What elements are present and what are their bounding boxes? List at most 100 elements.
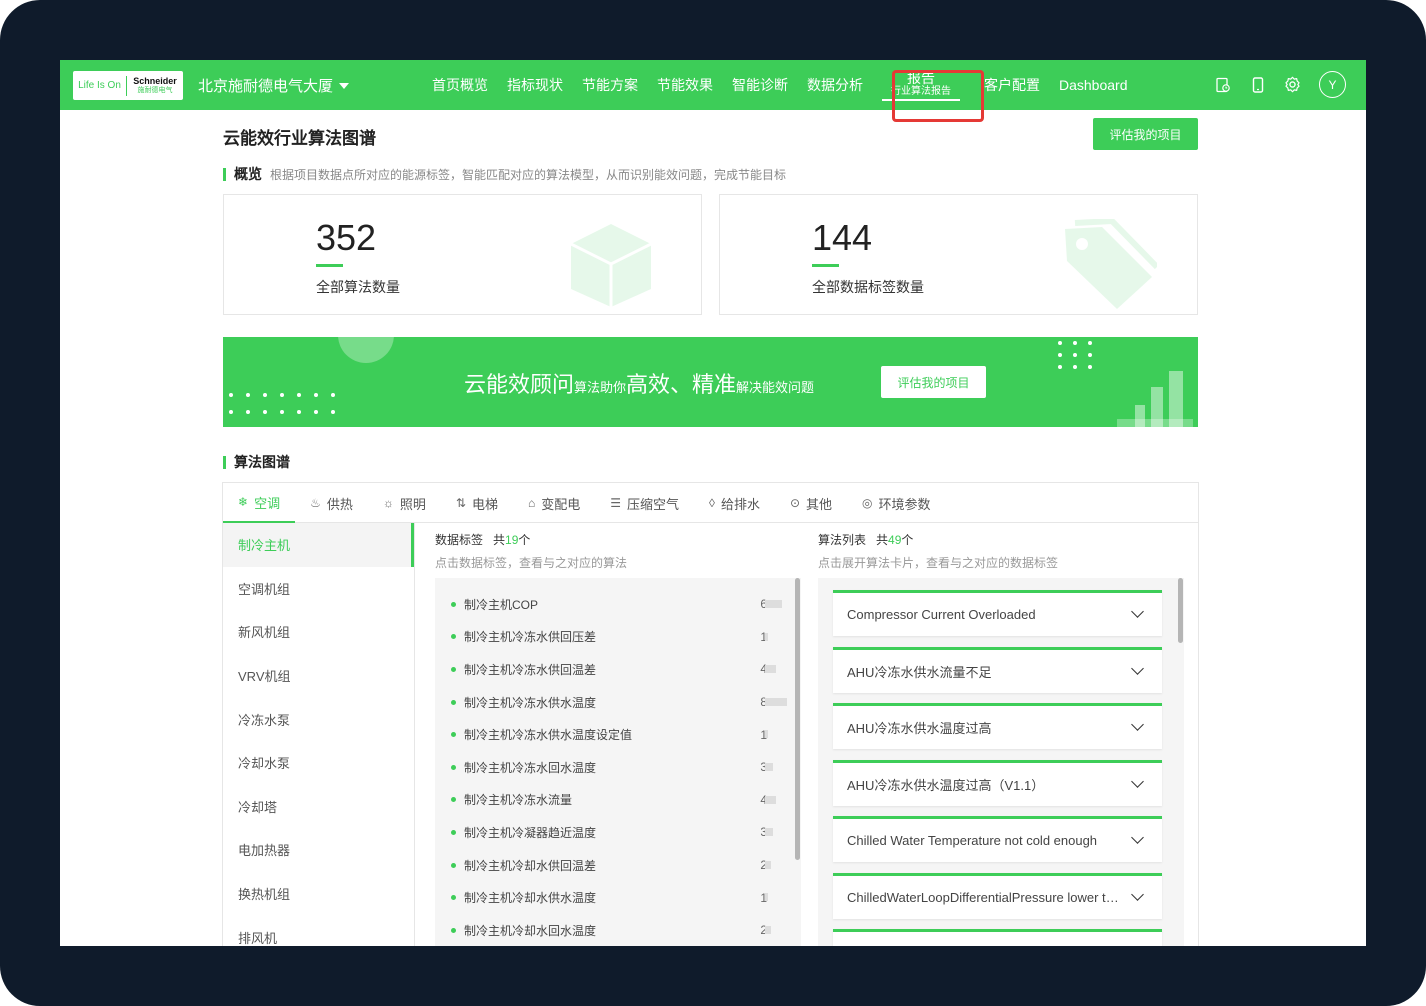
algorithm-card[interactable]: AHU冷冻水供水温度过高: [833, 703, 1162, 749]
sidebar-item-chiller[interactable]: 制冷主机: [223, 523, 414, 567]
tab-lighting[interactable]: ☼ 照明: [368, 483, 441, 523]
algorithm-list: Compressor Current Overloaded AHU冷冻水供水流量不…: [818, 578, 1184, 946]
stat-card-algorithms: 352 全部算法数量: [223, 194, 702, 315]
logo-brand-sub: 施耐德电气: [137, 86, 173, 94]
algos-description: 点击展开算法卡片，查看与之对应的数据标签: [818, 556, 1059, 570]
banner-dots-left: [229, 393, 335, 414]
data-tag-name: 制冷主机冷却水供水温度: [464, 891, 597, 906]
menu-report[interactable]: 报告 行业算法报告: [882, 70, 960, 101]
chevron-down-icon[interactable]: [1131, 887, 1144, 901]
sidebar-item-ahu[interactable]: 空调机组: [223, 567, 414, 611]
data-tag-item[interactable]: 制冷主机冷冻水供回温差 4: [435, 653, 801, 686]
tab-label: 变配电: [541, 496, 581, 512]
tab-elevator[interactable]: ⇅ 电梯: [441, 483, 513, 523]
data-tag-name: 制冷主机冷冻水流量: [464, 793, 573, 808]
tab-air-conditioning[interactable]: ❄ 空调: [223, 483, 296, 523]
algorithm-name: Chilled Water Temperature not cold enoug…: [847, 833, 1098, 848]
tab-other[interactable]: ⊙ 其他: [775, 483, 847, 523]
evaluate-project-button[interactable]: 评估我的项目: [1093, 118, 1198, 150]
water-drop-icon: ◊: [709, 496, 715, 510]
algorithm-name: AHU冷冻水供水温度过高: [847, 721, 992, 736]
data-tag-name: 制冷主机COP: [464, 597, 539, 612]
data-tag-item[interactable]: 制冷主机冷冻水供水温度设定值 1: [435, 718, 801, 751]
data-tag-item[interactable]: 制冷主机冷冻水流量 4: [435, 784, 801, 817]
data-tag-item[interactable]: 制冷主机冷冻水供回压差 1: [435, 621, 801, 654]
sidebar-item-electric-heater[interactable]: 电加热器: [223, 828, 414, 872]
stat-value: 352: [316, 217, 377, 258]
data-tag-item[interactable]: 制冷主机冷却水回水温度 2: [435, 914, 801, 946]
user-avatar[interactable]: Y: [1319, 71, 1346, 98]
equipment-sidebar: 制冷主机 空调机组 新风机组 VRV机组 冷冻水泵 冷却水泵 冷却塔 电加热器 …: [223, 523, 415, 946]
menu-customer-config[interactable]: 客户配置: [984, 75, 1040, 95]
banner-evaluate-button[interactable]: 评估我的项目: [881, 366, 986, 398]
algorithm-card[interactable]: AHU冷冻水供水流量不足: [833, 646, 1162, 693]
data-tag-item[interactable]: 制冷主机冷凝器趋近温度 3: [435, 816, 801, 849]
chevron-down-icon[interactable]: [1131, 944, 1144, 946]
data-tag-count-bar: [765, 795, 776, 804]
algorithm-card[interactable]: ChilledWaterLoopDifferentialPressure low…: [833, 872, 1162, 919]
bullet-icon: [451, 764, 456, 770]
tab-water-supply[interactable]: ◊ 给排水: [694, 483, 775, 523]
sidebar-item-cooling-pump[interactable]: 冷却水泵: [223, 741, 414, 785]
data-tag-item[interactable]: 制冷主机COP 6: [435, 588, 801, 621]
sidebar-item-heat-exchanger[interactable]: 换热机组: [223, 872, 414, 916]
algos-total-suffix: 个: [901, 533, 914, 547]
chevron-down-icon[interactable]: [1131, 774, 1144, 788]
menu-dashboard[interactable]: Dashboard: [1059, 77, 1128, 93]
cube-icon: [570, 224, 652, 307]
data-tags-list: 制冷主机COP 6 制冷主机冷冻水供回压差 1 制冷主机冷冻水供回温差 4 制冷主机冷冻水供…: [435, 578, 801, 946]
data-tag-count-bar: [765, 665, 776, 674]
sidebar-item-chilled-pump[interactable]: 冷冻水泵: [223, 697, 414, 741]
tab-label: 空调: [254, 495, 281, 511]
algorithm-card[interactable]: AHU冷冻水供水温度过高（V1.1）: [833, 759, 1162, 806]
page-title: 云能效行业算法图谱: [223, 129, 376, 148]
menu-report-sub[interactable]: 行业算法报告: [882, 86, 960, 101]
algorithm-card[interactable]: Compressor Current Overloaded: [833, 590, 1162, 636]
menu-saving-plan[interactable]: 节能方案: [582, 75, 638, 95]
algo-graph-title: 算法图谱: [234, 454, 290, 470]
menu-saving-effect[interactable]: 节能效果: [657, 75, 713, 95]
data-tag-name: 制冷主机冷却水回水温度: [464, 923, 597, 938]
menu-data-analysis[interactable]: 数据分析: [807, 75, 863, 95]
tab-heating[interactable]: ♨ 供热: [295, 483, 368, 523]
tab-label: 其他: [806, 496, 833, 512]
data-tag-item[interactable]: 制冷主机冷冻水供水温度 8: [435, 686, 801, 719]
data-tag-item[interactable]: 制冷主机冷冻水回水温度 3: [435, 751, 801, 784]
menu-report-label: 报告: [907, 69, 935, 86]
schneider-logo[interactable]: Life Is On Schneider 施耐德电气: [73, 71, 183, 100]
main-menu: 首页概览 指标现状 节能方案 节能效果 智能诊断 数据分析 报告 行业算法报告 …: [432, 60, 1147, 110]
menu-indicators[interactable]: 指标现状: [507, 75, 563, 95]
sidebar-item-cooling-tower[interactable]: 冷却塔: [223, 785, 414, 829]
sidebar-item-exhaust-fan[interactable]: 排风机: [223, 915, 414, 946]
algorithm-card[interactable]: Chilled Water Temperature not cold enoug…: [833, 816, 1162, 862]
data-tag-item[interactable]: 制冷主机冷却水供回温差 2: [435, 849, 801, 882]
site-selector[interactable]: 北京施耐德电气大厦: [198, 75, 350, 96]
tab-power-distribution[interactable]: ⌂ 变配电: [513, 483, 595, 523]
tab-label: 供热: [326, 496, 353, 512]
algorithm-card[interactable]: ChilledWaterLoopDifferentialPressure: [833, 929, 1162, 946]
algorithm-graph-panel: ❄ 空调 ♨ 供热 ☼ 照明 ⇅ 电梯 ⌂ 变配电 ☰ 压缩空气 ◊ 给排水 ⊙ 其他 ◎ 环境参…: [222, 482, 1199, 946]
tags-scrollbar[interactable]: [795, 578, 800, 860]
tab-environment[interactable]: ◎ 环境参数: [847, 483, 946, 523]
tab-compressed-air[interactable]: ☰ 压缩空气: [595, 483, 694, 523]
section-marker: [223, 455, 226, 469]
sidebar-item-vrv[interactable]: VRV机组: [223, 654, 414, 698]
data-tag-name: 制冷主机冷却水供回温差: [464, 858, 597, 873]
tab-label: 环境参数: [878, 496, 931, 512]
data-tag-item[interactable]: 制冷主机冷却水供水温度 1: [435, 881, 801, 914]
chevron-down-icon[interactable]: [1131, 605, 1144, 618]
tags-total-prefix: 共: [493, 533, 506, 547]
top-navigation: Life Is On Schneider 施耐德电气 北京施耐德电气大厦 首页概…: [60, 60, 1366, 110]
chevron-down-icon[interactable]: [1131, 661, 1144, 675]
report-file-icon[interactable]: [1214, 76, 1231, 93]
sidebar-item-fresh-air-unit[interactable]: 新风机组: [223, 610, 414, 654]
algos-count-line: 算法列表 共49个: [818, 531, 1058, 548]
settings-gear-icon[interactable]: [1284, 76, 1301, 93]
algos-scrollbar[interactable]: [1178, 578, 1183, 643]
chevron-down-icon[interactable]: [1131, 831, 1144, 844]
mobile-icon[interactable]: [1249, 76, 1266, 93]
menu-overview[interactable]: 首页概览: [432, 75, 488, 95]
chevron-down-icon[interactable]: [1131, 718, 1144, 731]
menu-diagnosis[interactable]: 智能诊断: [732, 75, 788, 95]
banner-text-3: 高效、精准: [626, 372, 737, 397]
